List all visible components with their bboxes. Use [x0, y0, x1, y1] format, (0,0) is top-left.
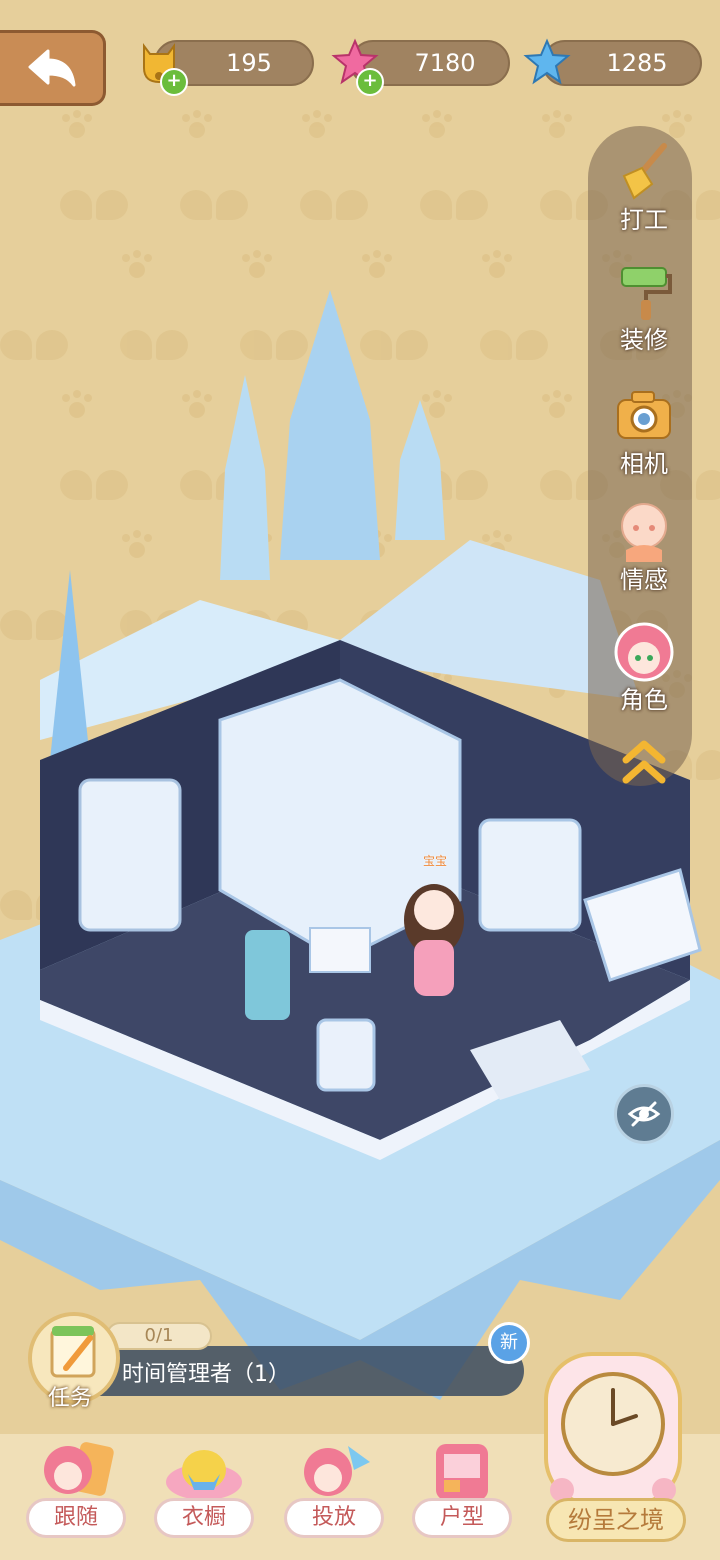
face-icon	[612, 500, 676, 564]
eye-off-icon	[627, 1101, 661, 1127]
task-text: 时间管理者（1）	[122, 1362, 290, 1387]
menu-item-camera[interactable]: 相机	[592, 384, 696, 479]
menu-label-emotion: 情感	[620, 566, 668, 594]
paw-print-icon	[300, 110, 334, 140]
menu-item-decorate[interactable]: 装修	[592, 260, 696, 355]
add-bells-button[interactable]: +	[160, 68, 188, 96]
ice-chair	[316, 1018, 376, 1092]
music-stand	[309, 927, 371, 973]
castle-tower-left	[220, 375, 270, 580]
add-pink-gems-button[interactable]: +	[356, 68, 384, 96]
currency-bells: 195 +	[134, 38, 314, 96]
castle-main-tower	[280, 290, 380, 560]
new-badge[interactable]: 新	[488, 1322, 530, 1364]
paint-roller-icon	[612, 260, 676, 324]
back-arrow-icon	[28, 49, 75, 87]
ornate-clock-icon	[544, 1352, 682, 1506]
wardrobe	[78, 778, 182, 932]
castle-tower-right	[395, 400, 445, 540]
follow-button[interactable]: 跟随	[26, 1440, 126, 1544]
wing-pattern-icon	[180, 190, 250, 224]
menu-label-work: 打工	[620, 206, 668, 234]
menu-label-character: 角色	[620, 686, 668, 714]
camera-icon	[612, 384, 676, 448]
task-bar[interactable]: 时间管理者（1）	[84, 1346, 524, 1396]
currency-snowflake-gems: 1285	[522, 38, 702, 88]
task-progress: 0/1	[106, 1322, 212, 1350]
wing-pattern-icon	[60, 190, 130, 224]
world-label: 纷呈之境	[546, 1498, 686, 1542]
wardrobe-button[interactable]: 衣橱	[154, 1440, 254, 1544]
paw-print-icon	[480, 250, 514, 280]
place-button[interactable]: 投放	[284, 1440, 384, 1544]
hide-ui-button[interactable]	[614, 1084, 674, 1144]
floorplan-button[interactable]: 户型	[412, 1440, 512, 1544]
paw-print-icon	[60, 110, 94, 140]
menu-label-camera: 相机	[620, 450, 668, 478]
follow-label: 跟随	[26, 1498, 126, 1538]
paw-print-icon	[540, 110, 574, 140]
currency-pink-gems: 7180 +	[330, 38, 510, 96]
menu-item-work[interactable]: 打工	[592, 140, 696, 235]
floorplan-label: 户型	[412, 1498, 512, 1538]
snowflake-gem-icon	[523, 38, 571, 85]
harp	[245, 930, 290, 1020]
paw-print-icon	[360, 250, 394, 280]
wardrobe-label: 衣橱	[154, 1498, 254, 1538]
task-label: 任务	[48, 1386, 93, 1411]
menu-item-character[interactable]: 角色	[592, 620, 696, 715]
paw-print-icon	[180, 110, 214, 140]
broom-icon	[612, 140, 676, 204]
place-label: 投放	[284, 1498, 384, 1538]
character-avatar-icon	[612, 620, 676, 684]
vanity-table	[478, 818, 582, 932]
menu-item-emotion[interactable]: 情感	[592, 500, 696, 595]
menu-label-decorate: 装修	[620, 326, 668, 354]
back-button[interactable]	[0, 30, 106, 106]
wing-pattern-icon	[300, 190, 370, 224]
paw-print-icon	[240, 250, 274, 280]
collapse-menu-chevron-icon[interactable]	[620, 738, 668, 788]
paw-print-icon	[120, 250, 154, 280]
wing-pattern-icon	[420, 190, 490, 224]
character-name-tag: 宝宝	[423, 854, 448, 868]
paw-print-icon	[420, 110, 454, 140]
